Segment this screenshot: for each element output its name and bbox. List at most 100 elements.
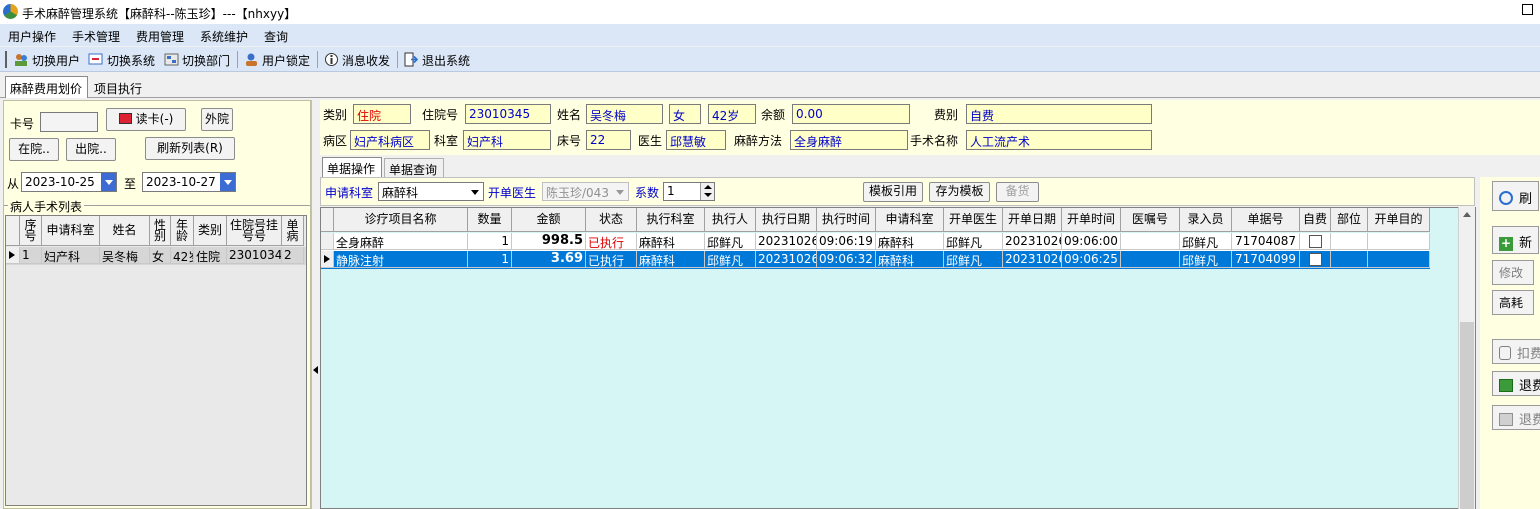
self-pay-checkbox[interactable] <box>1309 253 1322 266</box>
col-header[interactable]: 录入员 <box>1180 208 1232 232</box>
col-header[interactable]: 姓名 <box>100 216 150 246</box>
from-date-picker[interactable]: 2023-10-25 <box>21 172 117 192</box>
tab-bill-operation[interactable]: 单据操作 <box>322 157 382 177</box>
name-field[interactable]: 吴冬梅 <box>586 104 663 124</box>
outside-hospital-button[interactable]: 外院 <box>201 108 233 131</box>
switch-dept-button[interactable]: 切换部门 <box>182 52 230 69</box>
doctor-field[interactable]: 邱慧敏 <box>666 130 726 150</box>
self-pay-checkbox[interactable] <box>1309 235 1322 248</box>
order-doctor-select[interactable]: 陈玉珍/043 <box>542 182 629 201</box>
stock-button[interactable]: 备货 <box>996 182 1039 202</box>
spin-buttons[interactable] <box>700 183 714 200</box>
dept-field[interactable]: 妇产科 <box>463 130 551 150</box>
exit-button[interactable]: 退出系统 <box>422 52 470 69</box>
user-lock-button[interactable]: 用户锁定 <box>262 52 310 69</box>
panel-splitter[interactable] <box>311 100 319 509</box>
col-header[interactable]: 类别 <box>194 216 227 246</box>
card-input[interactable] <box>40 112 98 132</box>
menu-user-ops[interactable]: 用户操作 <box>8 28 56 45</box>
cell-order-no <box>1121 251 1180 268</box>
refund-disabled-button[interactable]: 退费 <box>1492 405 1540 430</box>
toolbar-separator <box>317 51 318 68</box>
menu-surgery-mgmt[interactable]: 手术管理 <box>72 28 120 45</box>
refund-button[interactable]: 退费 <box>1492 371 1540 396</box>
cell-age: 42岁 <box>171 247 194 264</box>
col-header[interactable]: 自费 <box>1300 208 1331 232</box>
chevron-up-icon[interactable] <box>704 185 712 189</box>
in-hospital-button[interactable]: 在院.. <box>9 138 59 161</box>
message-button[interactable]: 消息收发 <box>342 52 390 69</box>
cell-bill-no: 71704099 <box>1232 251 1300 268</box>
balance-field[interactable]: 0.00 <box>792 104 910 124</box>
cell-doctor: 邱鲜凡 <box>944 233 1003 250</box>
table-row[interactable]: 全身麻醉 1 998.5 已执行 麻醉科 邱鲜凡 20231026 09:06:… <box>321 233 1430 251</box>
col-header[interactable]: 开单医生 <box>944 208 1003 232</box>
switch-user-button[interactable]: 切换用户 <box>32 52 80 69</box>
col-header[interactable]: 金额 <box>512 208 586 232</box>
template-ref-button[interactable]: 模板引用 <box>863 182 923 202</box>
to-date-picker[interactable]: 2023-10-27 <box>142 172 236 192</box>
ward-field[interactable]: 妇产科病区 <box>350 130 430 150</box>
col-header[interactable]: 单据号 <box>1232 208 1300 232</box>
save-template-button[interactable]: 存为模板 <box>929 182 990 202</box>
surgery-name-field[interactable]: 人工流产术 <box>966 130 1152 150</box>
apply-dept-select[interactable]: 麻醉科 <box>378 182 484 201</box>
sex-field[interactable]: 女 <box>669 104 701 124</box>
col-header[interactable]: 序号 <box>20 216 42 246</box>
read-card-button[interactable]: 读卡(-) <box>106 108 186 131</box>
col-header[interactable]: 年龄 <box>171 216 194 246</box>
high-consumable-button[interactable]: 高耗 <box>1492 290 1534 315</box>
col-header[interactable]: 开单目的 <box>1368 208 1430 232</box>
col-header[interactable]: 数量 <box>468 208 512 232</box>
col-header[interactable]: 诊疗项目名称 <box>334 208 468 232</box>
coefficient-stepper[interactable]: 1 <box>663 182 715 201</box>
col-header[interactable]: 申请科室 <box>876 208 944 232</box>
grid-scrollbar[interactable] <box>1458 207 1475 509</box>
chevron-down-icon[interactable] <box>220 173 235 191</box>
chevron-down-icon[interactable] <box>616 190 624 195</box>
admission-field[interactable]: 23010345 <box>465 104 551 124</box>
col-header[interactable]: 执行日期 <box>756 208 817 232</box>
menu-fee-mgmt[interactable]: 费用管理 <box>136 28 184 45</box>
col-header[interactable]: 性别 <box>150 216 171 246</box>
col-header[interactable]: 部位 <box>1331 208 1368 232</box>
refresh-list-button[interactable]: 刷新列表(R) <box>145 137 235 160</box>
restore-window-button[interactable] <box>1522 4 1533 15</box>
chevron-down-icon[interactable] <box>704 193 712 197</box>
col-header[interactable]: 医嘱号 <box>1121 208 1180 232</box>
bed-field[interactable]: 22 <box>586 130 631 150</box>
tab-bill-query[interactable]: 单据查询 <box>384 158 444 177</box>
col-header[interactable]: 单病 <box>282 216 304 246</box>
col-header[interactable]: 执行时间 <box>817 208 876 232</box>
charge-button[interactable]: 扣费 <box>1492 339 1540 364</box>
modify-button[interactable]: 修改 <box>1492 260 1534 285</box>
scroll-up-icon[interactable] <box>1463 212 1471 217</box>
menu-system-maint[interactable]: 系统维护 <box>200 28 248 45</box>
type-field[interactable]: 住院 <box>353 104 411 124</box>
menu-query[interactable]: 查询 <box>264 28 288 45</box>
discharged-button[interactable]: 出院.. <box>66 138 116 161</box>
new-button[interactable]: + 新 <box>1492 226 1540 254</box>
tab-anesthesia-pricing[interactable]: 麻醉费用划价 <box>5 76 88 98</box>
fee-type-field[interactable]: 自费 <box>966 104 1152 124</box>
table-row[interactable]: 1 妇产科 吴冬梅 女 42岁 住院 2301034 2 <box>6 247 306 265</box>
switch-system-button[interactable]: 切换系统 <box>107 52 155 69</box>
table-row-selected[interactable]: 静脉注射 1 3.69 已执行 麻醉科 邱鲜凡 20231026 09:06:3… <box>321 251 1430 269</box>
col-header[interactable]: 状态 <box>586 208 637 232</box>
tab-item-execution[interactable]: 项目执行 <box>90 77 150 98</box>
chevron-down-icon[interactable] <box>471 190 479 195</box>
anesthesia-method-field[interactable]: 全身麻醉 <box>790 130 908 150</box>
col-header[interactable]: 开单日期 <box>1003 208 1062 232</box>
col-header[interactable]: 执行科室 <box>637 208 705 232</box>
scrollbar-thumb[interactable] <box>1460 322 1474 509</box>
refresh-button[interactable]: 刷 <box>1492 181 1540 211</box>
cell-order-date: 20231026 <box>1003 251 1062 268</box>
col-header[interactable]: 开单时间 <box>1062 208 1121 232</box>
chevron-down-icon[interactable] <box>101 173 116 191</box>
age-field[interactable]: 42岁 <box>708 104 756 124</box>
collapse-left-icon[interactable] <box>313 366 318 374</box>
from-date-value: 2023-10-25 <box>25 175 95 189</box>
col-header[interactable]: 执行人 <box>705 208 756 232</box>
col-header[interactable]: 住院号挂号号 <box>227 216 282 246</box>
col-header[interactable]: 申请科室 <box>42 216 100 246</box>
